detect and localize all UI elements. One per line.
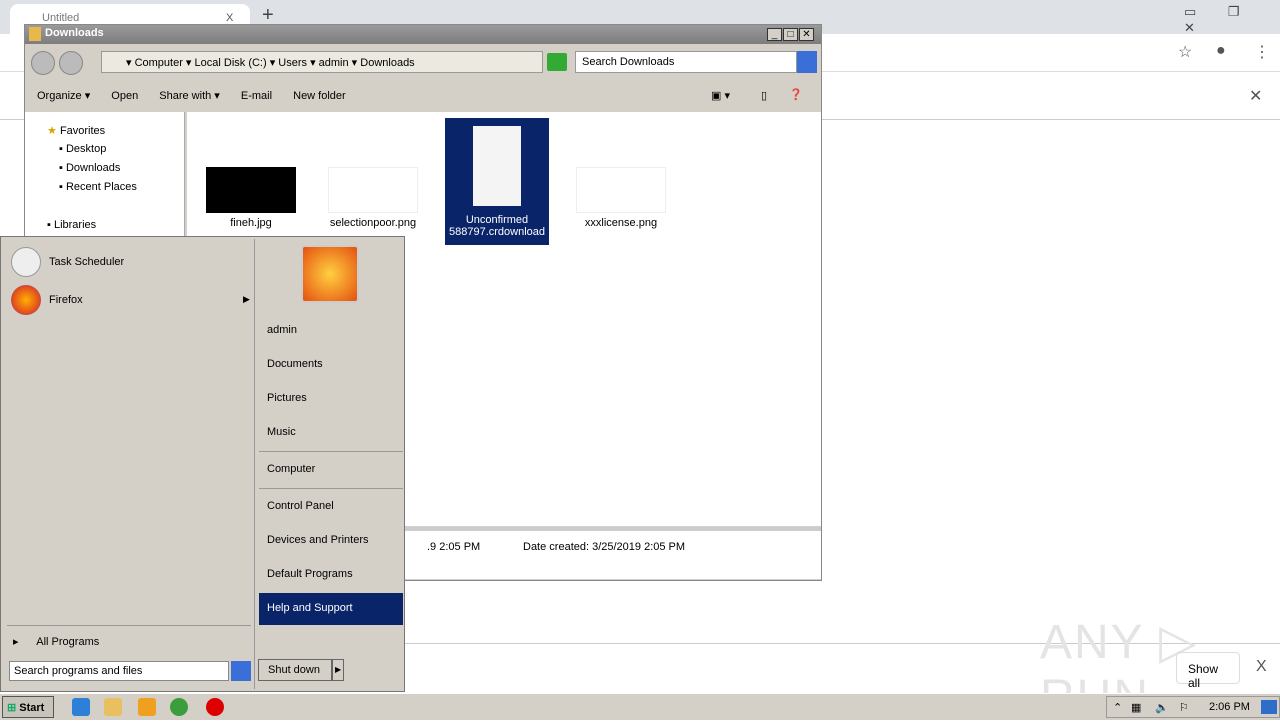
start-item-help-support[interactable]: Help and Support bbox=[259, 593, 403, 625]
all-programs-button[interactable]: ▸ All Programs bbox=[13, 635, 99, 648]
show-desktop-icon[interactable] bbox=[1261, 700, 1277, 714]
refresh-icon[interactable] bbox=[547, 53, 567, 71]
system-tray: ⌃ ▦ 🔈 ⚐ 2:06 PM bbox=[1106, 696, 1280, 718]
ie-icon[interactable] bbox=[72, 698, 90, 716]
date-modified: .9 2:05 PM bbox=[427, 541, 481, 553]
close-download-bar-button[interactable]: X bbox=[1256, 658, 1267, 676]
nav-recent-places[interactable]: ▪ Recent Places bbox=[59, 181, 137, 193]
nav-downloads[interactable]: ▪ Downloads bbox=[59, 162, 120, 174]
back-button[interactable] bbox=[31, 51, 55, 75]
minimize-button[interactable]: _ bbox=[767, 28, 782, 41]
clock-icon bbox=[11, 247, 41, 277]
flag-icon[interactable]: ⚐ bbox=[1179, 701, 1189, 714]
breadcrumb-admin[interactable]: admin bbox=[319, 57, 349, 69]
navigation-row: ▾ Computer ▾ Local Disk (C:) ▾ Users ▾ a… bbox=[27, 47, 819, 79]
start-item-computer[interactable]: Computer bbox=[259, 454, 403, 486]
chrome-icon[interactable] bbox=[170, 698, 188, 716]
media-player-icon[interactable] bbox=[138, 698, 156, 716]
opera-icon[interactable] bbox=[206, 698, 224, 716]
search-input[interactable]: Search Downloads bbox=[575, 51, 797, 73]
file-item[interactable]: selectionpoor.png bbox=[321, 167, 425, 229]
file-icon bbox=[473, 126, 521, 206]
open-button[interactable]: Open bbox=[111, 90, 138, 102]
taskbar: ⊞ Start ⌃ ▦ 🔈 ⚐ 2:06 PM bbox=[0, 693, 1280, 720]
preview-pane-icon[interactable]: ▯ bbox=[761, 89, 767, 102]
forward-button[interactable] bbox=[59, 51, 83, 75]
image-thumbnail bbox=[206, 167, 296, 213]
menu-icon[interactable]: ⋮ bbox=[1254, 42, 1270, 62]
close-infobar-button[interactable]: ✕ bbox=[1249, 86, 1262, 106]
show-all-button[interactable]: Show all bbox=[1176, 652, 1240, 690]
programs-column: Task Scheduler Firefox ▶ ▸ All Programs S… bbox=[3, 239, 255, 689]
clock[interactable]: 2:06 PM bbox=[1209, 701, 1250, 713]
date-created: Date created: 3/25/2019 2:05 PM bbox=[523, 541, 686, 553]
nav-desktop[interactable]: ▪ Desktop bbox=[59, 143, 106, 155]
explorer-taskbar-icon[interactable] bbox=[104, 698, 122, 716]
program-firefox[interactable]: Firefox ▶ bbox=[11, 285, 251, 315]
close-tab-button[interactable]: X bbox=[226, 12, 233, 24]
shutdown-button[interactable]: Shut down bbox=[258, 659, 332, 681]
email-button[interactable]: E-mail bbox=[241, 90, 272, 102]
nav-libraries[interactable]: ▪ Libraries bbox=[47, 219, 96, 231]
address-bar[interactable]: ▾ Computer ▾ Local Disk (C:) ▾ Users ▾ a… bbox=[101, 51, 543, 73]
image-thumbnail bbox=[576, 167, 666, 213]
start-item-devices-printers[interactable]: Devices and Printers bbox=[259, 525, 403, 557]
start-item-control-panel[interactable]: Control Panel bbox=[259, 491, 403, 523]
file-item[interactable]: fineh.jpg bbox=[199, 167, 303, 229]
user-avatar[interactable] bbox=[301, 245, 359, 303]
share-with-button[interactable]: Share with ▾ bbox=[159, 90, 220, 102]
image-thumbnail bbox=[328, 167, 418, 213]
start-item-documents[interactable]: Documents bbox=[259, 349, 403, 381]
command-bar: Organize ▾ Open Share with ▾ E-mail New … bbox=[25, 83, 821, 111]
change-view-icon[interactable]: ▣ ▾ bbox=[711, 89, 730, 102]
start-item-music[interactable]: Music bbox=[259, 417, 403, 449]
file-item[interactable]: xxxlicense.png bbox=[569, 167, 673, 229]
start-search-input[interactable]: Search programs and files bbox=[9, 661, 229, 681]
organize-button[interactable]: Organize ▾ bbox=[37, 90, 90, 102]
shutdown-options-button[interactable]: ▶ bbox=[332, 659, 344, 681]
window-controls[interactable]: ▭ ❐ ✕ bbox=[1184, 4, 1280, 36]
tab-title: Untitled bbox=[42, 12, 80, 24]
window-title: Downloads bbox=[45, 27, 104, 39]
folder-icon bbox=[29, 27, 41, 41]
breadcrumb-users[interactable]: Users bbox=[278, 57, 307, 69]
maximize-button[interactable]: □ bbox=[783, 28, 798, 41]
help-icon[interactable]: ❓ bbox=[789, 88, 803, 101]
start-item-default-programs[interactable]: Default Programs bbox=[259, 559, 403, 591]
start-button[interactable]: ⊞ Start bbox=[2, 696, 54, 718]
close-button[interactable]: ✕ bbox=[799, 28, 814, 41]
volume-icon[interactable]: 🔈 bbox=[1155, 701, 1169, 714]
search-icon[interactable] bbox=[797, 51, 817, 73]
bookmark-star-icon[interactable]: ☆ bbox=[1178, 42, 1192, 62]
program-task-scheduler[interactable]: Task Scheduler bbox=[11, 247, 251, 277]
network-icon[interactable]: ▦ bbox=[1131, 701, 1141, 714]
profile-icon[interactable]: ● bbox=[1216, 42, 1226, 60]
file-item-selected[interactable]: Unconfirmed 588797.crdownload bbox=[445, 118, 549, 245]
breadcrumb-downloads[interactable]: Downloads bbox=[360, 57, 414, 69]
start-menu: Task Scheduler Firefox ▶ ▸ All Programs S… bbox=[0, 236, 405, 692]
breadcrumb-local-disk[interactable]: Local Disk (C:) bbox=[195, 57, 267, 69]
breadcrumb-computer[interactable]: Computer bbox=[135, 57, 183, 69]
nav-favorites[interactable]: ★ Favorites bbox=[47, 124, 105, 137]
search-icon[interactable] bbox=[231, 661, 251, 681]
show-hidden-icons[interactable]: ⌃ bbox=[1113, 701, 1122, 714]
new-folder-button[interactable]: New folder bbox=[293, 90, 346, 102]
firefox-icon bbox=[11, 285, 41, 315]
explorer-titlebar: Downloads bbox=[25, 25, 821, 44]
start-item-pictures[interactable]: Pictures bbox=[259, 383, 403, 415]
start-item-admin[interactable]: admin bbox=[259, 315, 403, 347]
